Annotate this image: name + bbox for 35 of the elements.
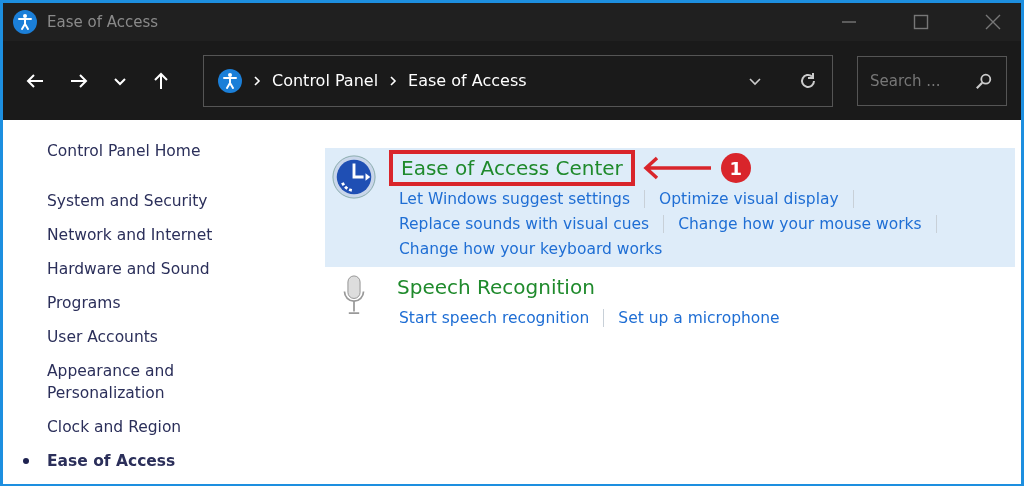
sidebar-item[interactable]: Programs <box>47 292 121 314</box>
task-link[interactable]: Replace sounds with visual cues <box>399 214 650 233</box>
sidebar-item[interactable]: Control Panel Home <box>47 140 201 162</box>
maximize-icon[interactable] <box>913 14 929 31</box>
breadcrumb[interactable]: Ease of Access <box>408 71 527 91</box>
accessibility-icon <box>218 68 242 93</box>
sidebar-item[interactable]: Hardware and Sound <box>47 258 210 280</box>
search-field[interactable]: Search ... <box>857 55 1007 106</box>
sidebar-item[interactable]: System and Security <box>47 190 208 212</box>
chevron-right-icon <box>252 75 262 86</box>
task-link[interactable]: Start speech recognition <box>399 308 590 327</box>
sidebar-item[interactable]: Ease of Access <box>47 450 176 472</box>
task-link[interactable]: Change how your mouse works <box>678 214 922 233</box>
step-badge: 1 <box>720 153 751 183</box>
sidebar-item[interactable]: Network and Internet <box>47 224 213 246</box>
refresh-icon[interactable] <box>798 70 818 91</box>
callout-arrow <box>642 155 713 181</box>
search-icon <box>975 71 993 90</box>
microphone-icon <box>341 273 367 317</box>
task-link[interactable]: Let Windows suggest settings <box>399 189 631 208</box>
window-title: Ease of Access <box>47 13 159 32</box>
sidebar-item[interactable]: Clock and Region <box>47 416 182 438</box>
sidebar-item[interactable]: User Accounts <box>47 326 158 348</box>
task-link[interactable]: Optimize visual display <box>659 189 839 208</box>
address-bar[interactable]: Control Panel Ease of Access <box>203 54 833 107</box>
sidebar-item[interactable]: Appearance and Personalization <box>47 360 217 404</box>
accessibility-icon <box>13 10 37 35</box>
task-link[interactable]: Change how your keyboard works <box>399 239 663 258</box>
task-link[interactable]: Set up a microphone <box>618 308 780 327</box>
breadcrumb[interactable]: Control Panel <box>272 71 379 91</box>
category-heading[interactable]: Ease of Access Center <box>389 150 635 186</box>
category-heading[interactable]: Speech Recognition <box>389 273 603 301</box>
chevron-right-icon <box>388 75 399 86</box>
gauge-icon <box>331 154 377 200</box>
close-icon[interactable] <box>985 14 1001 31</box>
